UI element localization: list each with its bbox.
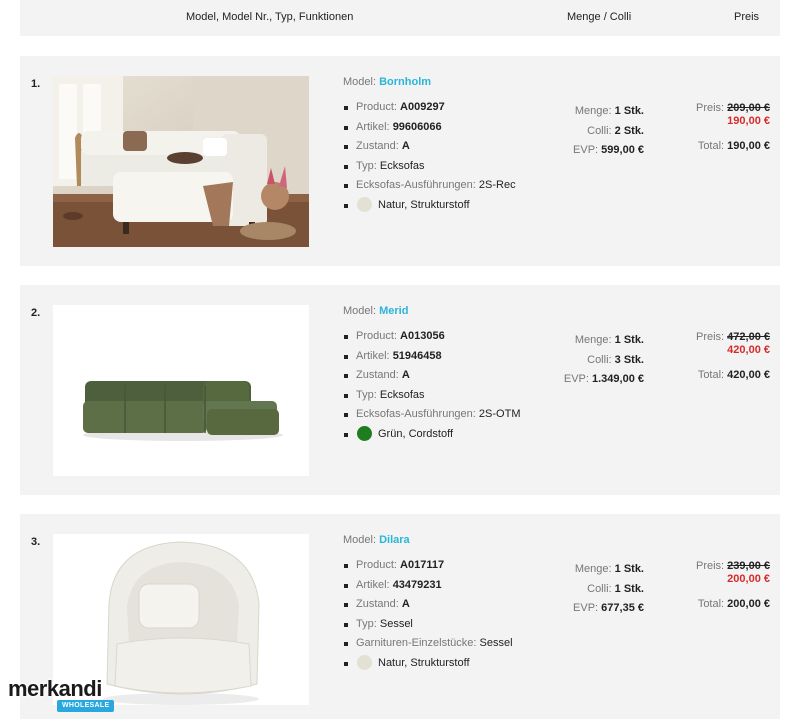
- model-label: Model:: [343, 305, 377, 317]
- price-new: 200,00 €: [727, 573, 770, 585]
- price-total: Total: 420,00 €: [697, 369, 770, 381]
- corner-sofa-photo-icon: [53, 76, 309, 247]
- header-quantity: Menge / Colli: [567, 11, 632, 23]
- colli: Colli: 2 Stk.: [587, 124, 644, 137]
- price-old: Preis: 209,00 €: [695, 102, 770, 114]
- product-image[interactable]: [53, 305, 309, 476]
- product-image[interactable]: [53, 76, 309, 247]
- product-number: Product: A013056: [343, 327, 533, 347]
- table-row: 2. Model: Merid Product: A013056 Artikel…: [20, 285, 780, 495]
- logo-name: merkandi: [8, 676, 102, 701]
- quantity-block: Menge: 1 Stk. Colli: 1 Stk. EVP: 677,35 …: [524, 560, 644, 619]
- property-list: Product: A013056 Artikel: 51946458 Zusta…: [343, 327, 533, 444]
- condition: Zustand: A: [343, 137, 533, 157]
- variant: Garnituren-Einzelstücke: Sessel: [343, 634, 533, 654]
- colli: Colli: 3 Stk.: [587, 353, 644, 366]
- price-block: Preis: 209,00 € 190,00 € Total: 190,00 €: [660, 102, 770, 152]
- quantity-block: Menge: 1 Stk. Colli: 3 Stk. EVP: 1.349,0…: [524, 331, 644, 390]
- price-old: Preis: 472,00 €: [695, 331, 770, 343]
- model-name-link[interactable]: Merid: [379, 305, 408, 317]
- product-number: Product: A009297: [343, 98, 533, 118]
- table-row: 1. Model: Bornholm Product: A009297 Arti…: [20, 56, 780, 266]
- artikel-number: Artikel: 51946458: [343, 347, 533, 367]
- model-label: Model:: [343, 76, 377, 88]
- condition: Zustand: A: [343, 366, 533, 386]
- product-details: Model: Merid Product: A013056 Artikel: 5…: [343, 305, 533, 444]
- product-details: Model: Dilara Product: A017117 Artikel: …: [343, 534, 533, 673]
- table-row: 3. Model: Dilara Product: A017117 Artike…: [20, 514, 780, 719]
- table-header: Model, Model Nr., Typ, Funktionen Menge …: [20, 0, 780, 36]
- color: Natur, Strukturstoff: [343, 196, 533, 216]
- property-list: Product: A017117 Artikel: 43479231 Zusta…: [343, 556, 533, 673]
- logo-badge: WHOLESALE: [57, 700, 115, 712]
- price-new: 420,00 €: [727, 344, 770, 356]
- price-old: Preis: 239,00 €: [695, 560, 770, 572]
- product-number: Product: A017117: [343, 556, 533, 576]
- colli: Colli: 1 Stk.: [587, 582, 644, 595]
- artikel-number: Artikel: 43479231: [343, 576, 533, 596]
- price-total: Total: 190,00 €: [697, 140, 770, 152]
- product-details: Model: Bornholm Product: A009297 Artikel…: [343, 76, 533, 215]
- type: Typ: Ecksofas: [343, 386, 533, 406]
- evp: EVP: 599,00 €: [573, 144, 644, 156]
- price-block: Preis: 239,00 € 200,00 € Total: 200,00 €: [660, 560, 770, 610]
- color: Natur, Strukturstoff: [343, 654, 533, 674]
- evp: EVP: 677,35 €: [573, 602, 644, 614]
- property-list: Product: A009297 Artikel: 99606066 Zusta…: [343, 98, 533, 215]
- variant: Ecksofas-Ausführungen: 2S-Rec: [343, 176, 533, 196]
- row-number: 1.: [31, 78, 41, 90]
- menge: Menge: 1 Stk.: [574, 105, 644, 117]
- green-sofa-photo-icon: [53, 305, 309, 476]
- header-price: Preis: [734, 11, 760, 23]
- artikel-number: Artikel: 99606066: [343, 118, 533, 138]
- evp: EVP: 1.349,00 €: [563, 373, 644, 385]
- row-number: 2.: [31, 307, 41, 319]
- menge: Menge: 1 Stk.: [574, 334, 644, 346]
- type: Typ: Ecksofas: [343, 157, 533, 177]
- price-block: Preis: 472,00 € 420,00 € Total: 420,00 €: [660, 331, 770, 381]
- header-model: Model, Model Nr., Typ, Funktionen: [186, 11, 354, 23]
- price-total: Total: 200,00 €: [697, 598, 770, 610]
- menge: Menge: 1 Stk.: [574, 563, 644, 575]
- price-new: 190,00 €: [727, 115, 770, 127]
- type: Typ: Sessel: [343, 615, 533, 635]
- condition: Zustand: A: [343, 595, 533, 615]
- quantity-block: Menge: 1 Stk. Colli: 2 Stk. EVP: 599,00 …: [524, 102, 644, 161]
- color: Grün, Cordstoff: [343, 425, 533, 445]
- model-label: Model:: [343, 534, 377, 546]
- model-name-link[interactable]: Bornholm: [379, 76, 431, 88]
- variant: Ecksofas-Ausführungen: 2S-OTM: [343, 405, 533, 425]
- color-swatch-icon: [357, 425, 372, 441]
- row-number: 3.: [31, 536, 41, 548]
- color-swatch-icon: [357, 654, 372, 670]
- merkandi-logo: merkandi WHOLESALE: [0, 671, 128, 719]
- model-name-link[interactable]: Dilara: [379, 534, 410, 546]
- color-swatch-icon: [357, 196, 372, 212]
